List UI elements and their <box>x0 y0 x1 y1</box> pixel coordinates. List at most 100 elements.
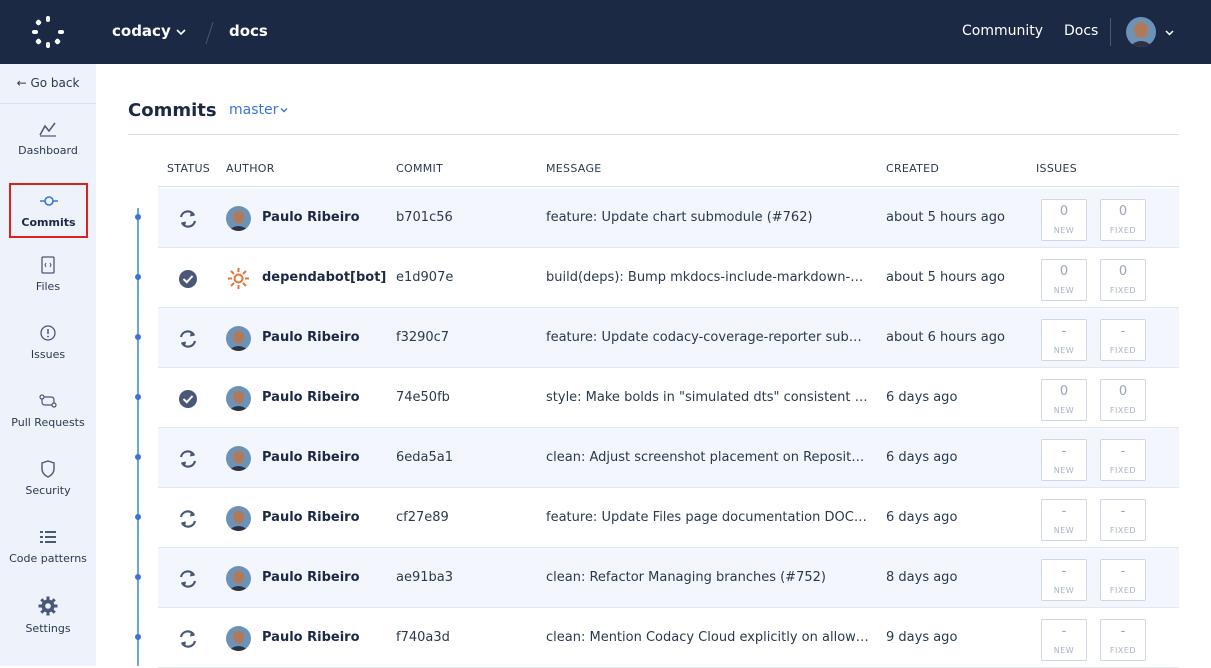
commit-created: 6 days ago <box>886 450 958 465</box>
sidebar-item-issues[interactable]: Issues <box>0 324 96 380</box>
sidebar-item-code-patterns[interactable]: Code patterns <box>0 528 96 584</box>
org-name[interactable]: codacy <box>112 22 171 40</box>
branch-selector[interactable]: master <box>229 102 278 118</box>
top-bar: codacy docs Community Docs <box>0 0 1211 64</box>
go-back-link[interactable]: ← Go back <box>0 64 96 104</box>
chart-icon <box>39 122 56 137</box>
fixed-issues-badge[interactable]: 0 FIXED <box>1100 379 1146 421</box>
new-issues-label: NEW <box>1053 586 1075 595</box>
commit-hash[interactable]: f3290c7 <box>396 330 449 345</box>
sync-icon <box>177 208 199 230</box>
commit-hash[interactable]: 74e50fb <box>396 390 450 405</box>
sidebar-item-pull-requests[interactable]: Pull Requests <box>0 392 96 448</box>
commit-message[interactable]: clean: Refactor Managing branches (#752) <box>546 570 870 585</box>
commit-message[interactable]: feature: Update chart submodule (#762) <box>546 210 870 225</box>
list-icon <box>40 531 56 543</box>
user-avatar[interactable] <box>1126 17 1156 47</box>
commit-created: 9 days ago <box>886 630 958 645</box>
commit-hash[interactable]: cf27e89 <box>396 510 449 525</box>
codacy-logo-icon[interactable] <box>30 14 66 50</box>
sidebar-item-label: Code patterns <box>9 552 87 565</box>
new-issues-badge[interactable]: - NEW <box>1041 439 1087 481</box>
column-header-created: CREATED <box>886 162 940 175</box>
divider <box>128 134 1179 135</box>
commit-message[interactable]: build(deps): Bump mkdocs-include-markdow… <box>546 270 870 285</box>
new-issues-badge[interactable]: - NEW <box>1041 559 1087 601</box>
new-issues-label: NEW <box>1053 526 1075 535</box>
check-circle-icon <box>177 268 199 290</box>
new-issues-badge[interactable]: 0 NEW <box>1041 379 1087 421</box>
new-issues-badge[interactable]: - NEW <box>1041 619 1087 661</box>
repo-name[interactable]: docs <box>229 22 268 40</box>
community-link[interactable]: Community <box>962 23 1043 39</box>
sidebar-item-label: Issues <box>30 348 66 361</box>
fixed-issues-badge[interactable]: - FIXED <box>1100 619 1146 661</box>
commit-message[interactable]: clean: Adjust screenshot placement on Re… <box>546 450 870 465</box>
commit-hash[interactable]: e1d907e <box>396 270 453 285</box>
commit-hash[interactable]: f740a3d <box>396 630 450 645</box>
avatar <box>226 506 251 531</box>
chevron-down-icon[interactable] <box>279 105 289 115</box>
commit-message[interactable]: feature: Update codacy-coverage-reporter… <box>546 330 870 345</box>
table-row[interactable]: Paulo Ribeiro 6eda5a1 clean: Adjust screen… <box>158 428 1179 488</box>
docs-link[interactable]: Docs <box>1064 23 1098 39</box>
commit-message[interactable]: feature: Update Files page documentation… <box>546 510 870 525</box>
commit-author: Paulo Ribeiro <box>262 210 360 225</box>
fixed-issues-count: - <box>1120 504 1126 519</box>
new-issues-badge[interactable]: 0 NEW <box>1041 199 1087 241</box>
fixed-issues-label: FIXED <box>1109 226 1137 235</box>
column-header-message: MESSAGE <box>546 162 602 175</box>
new-issues-badge[interactable]: - NEW <box>1041 319 1087 361</box>
fixed-issues-count: - <box>1120 324 1126 339</box>
new-issues-badge[interactable]: 0 NEW <box>1041 259 1087 301</box>
commit-hash[interactable]: ae91ba3 <box>396 570 453 585</box>
new-issues-badge[interactable]: - NEW <box>1041 499 1087 541</box>
table-row[interactable]: Paulo Ribeiro f3290c7 feature: Update coda… <box>158 308 1179 368</box>
table-row[interactable]: dependabot[bot] e1d907e build(deps): Bump … <box>158 248 1179 308</box>
fixed-issues-badge[interactable]: - FIXED <box>1100 559 1146 601</box>
fixed-issues-badge[interactable]: 0 FIXED <box>1100 259 1146 301</box>
timeline-dot <box>135 274 141 280</box>
chevron-down-icon[interactable] <box>1164 27 1175 38</box>
fixed-issues-count: 0 <box>1118 264 1128 279</box>
table-row[interactable]: Paulo Ribeiro f740a3d clean: Mention Codac… <box>158 608 1179 668</box>
new-issues-count: 0 <box>1059 204 1069 219</box>
commit-hash[interactable]: 6eda5a1 <box>396 450 453 465</box>
table-row[interactable]: Paulo Ribeiro cf27e89 feature: Update File… <box>158 488 1179 548</box>
avatar <box>226 326 251 351</box>
fixed-issues-label: FIXED <box>1109 466 1137 475</box>
commit-author: Paulo Ribeiro <box>262 330 360 345</box>
commit-hash[interactable]: b701c56 <box>396 210 453 225</box>
fixed-issues-count: 0 <box>1118 204 1128 219</box>
new-issues-count: - <box>1061 444 1067 459</box>
sidebar-item-files[interactable]: Files <box>0 256 96 312</box>
new-issues-label: NEW <box>1053 226 1075 235</box>
chevron-down-icon[interactable] <box>175 26 187 38</box>
commit-created: 8 days ago <box>886 570 958 585</box>
fixed-issues-badge[interactable]: - FIXED <box>1100 319 1146 361</box>
sidebar-item-security[interactable]: Security <box>0 460 96 516</box>
table-row[interactable]: Paulo Ribeiro ae91ba3 clean: Refactor Mana… <box>158 548 1179 608</box>
sidebar-item-commits[interactable]: Commits <box>9 183 88 238</box>
fixed-issues-badge[interactable]: - FIXED <box>1100 439 1146 481</box>
fixed-issues-badge[interactable]: - FIXED <box>1100 499 1146 541</box>
timeline-dot <box>135 454 141 460</box>
table-row[interactable]: Paulo Ribeiro b701c56 feature: Update char… <box>158 188 1179 248</box>
commit-message[interactable]: clean: Mention Codacy Cloud explicitly o… <box>546 630 870 645</box>
new-issues-label: NEW <box>1053 406 1075 415</box>
new-issues-count: 0 <box>1059 264 1069 279</box>
commit-icon <box>39 196 58 206</box>
sidebar: ← Go back Dashboard Commits Files Issues <box>0 64 96 666</box>
commit-message[interactable]: style: Make bolds in "simulated dts" con… <box>546 390 870 405</box>
table-row[interactable]: Paulo Ribeiro 74e50fb style: Make bolds in… <box>158 368 1179 428</box>
sidebar-item-settings[interactable]: Settings <box>0 596 96 652</box>
fixed-issues-count: - <box>1120 624 1126 639</box>
check-circle-icon <box>177 388 199 410</box>
sidebar-item-label: Dashboard <box>18 144 78 157</box>
column-header-issues: ISSUES <box>1036 162 1077 175</box>
sync-icon <box>177 568 199 590</box>
sidebar-item-dashboard[interactable]: Dashboard <box>0 120 96 176</box>
fixed-issues-badge[interactable]: 0 FIXED <box>1100 199 1146 241</box>
sidebar-item-label: Files <box>35 280 61 293</box>
new-issues-label: NEW <box>1053 466 1075 475</box>
